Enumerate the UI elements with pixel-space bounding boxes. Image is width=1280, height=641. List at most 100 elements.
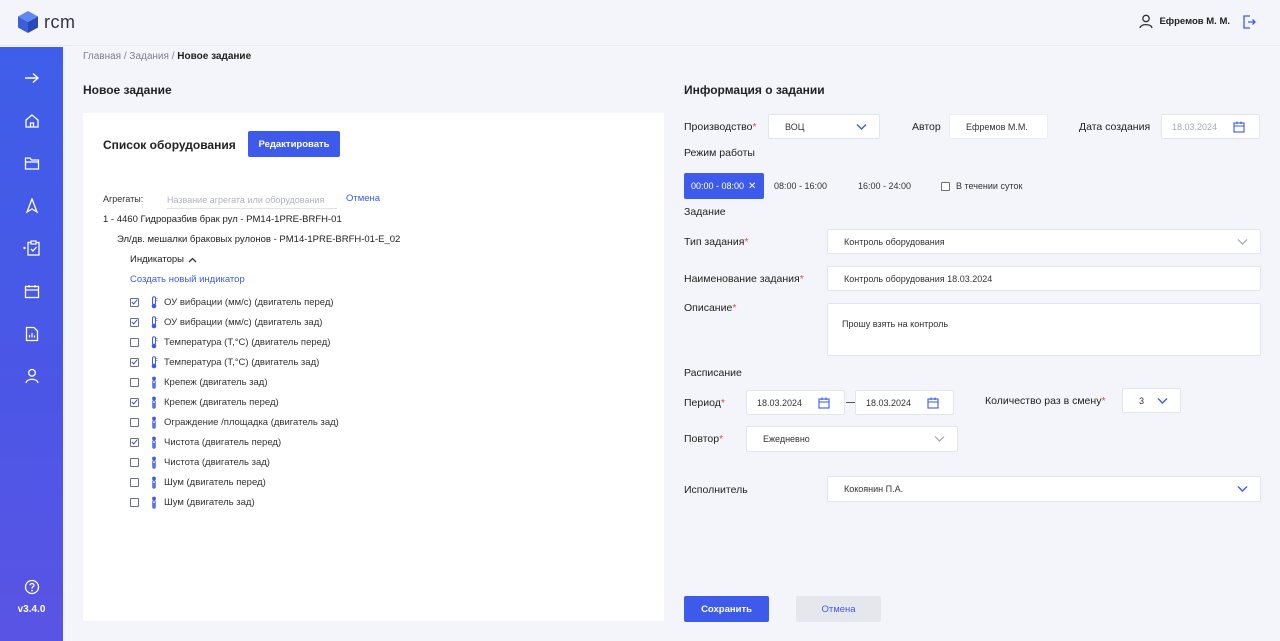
aggregate-search-input[interactable]	[167, 191, 337, 209]
shift-chip[interactable]: 16:00 - 24:00	[858, 173, 911, 199]
executor-label: Исполнитель	[684, 484, 748, 496]
breadcrumb-home[interactable]: Главная	[83, 51, 121, 62]
tasks-clipboard-icon[interactable]	[22, 238, 42, 258]
calendar-icon[interactable]	[22, 281, 42, 301]
tree-equipment[interactable]: Эл/дв. мешалки браковых рулонов - PM14-1…	[117, 234, 400, 245]
calendar-icon[interactable]	[927, 397, 939, 409]
author-value: Ефремов М.М.	[966, 121, 1028, 132]
executor-select[interactable]: Кокоянин П.А.	[827, 476, 1261, 502]
rocket-icon[interactable]	[22, 196, 42, 216]
indicator-item[interactable]: Шум (двигатель зад)	[130, 492, 339, 512]
indicator-checkbox[interactable]	[130, 297, 139, 307]
repeat-select[interactable]: Ежедневно	[746, 426, 958, 452]
production-select[interactable]: ВОЦ	[768, 114, 880, 139]
description-textarea[interactable]: Прошу взять на контроль	[827, 303, 1261, 356]
visual-check-icon	[148, 476, 160, 489]
equipment-card: Список оборудования Редактировать Агрега…	[83, 113, 664, 621]
visual-check-icon	[148, 376, 160, 389]
indicator-item[interactable]: Температура (T,°C) (двигатель зад)	[130, 352, 339, 372]
close-icon[interactable]: ✕	[748, 181, 756, 192]
task-name-input[interactable]: Контроль оборудования 18.03.2024	[827, 266, 1261, 291]
breadcrumb-tasks[interactable]: Задания	[129, 51, 169, 62]
indicator-item[interactable]: Чистота (двигатель зад)	[130, 452, 339, 472]
created-date-label: Дата создания	[1079, 121, 1151, 133]
task-type-select[interactable]: Контроль оборудования	[827, 229, 1261, 254]
indicator-item[interactable]: Крепеж (двигатель зад)	[130, 372, 339, 392]
cancel-button[interactable]: Отмена	[796, 596, 881, 622]
description-value: Прошу взять на контроль	[842, 319, 949, 329]
indicator-item[interactable]: ОУ вибрации (мм/с) (двигатель перед)	[130, 292, 339, 312]
repeat-label: Повтор*	[684, 433, 724, 445]
count-per-shift-select[interactable]: 3	[1122, 388, 1181, 413]
breadcrumb-separator: /	[123, 51, 127, 62]
indicator-checkbox[interactable]	[130, 457, 139, 467]
schedule-section-title: Расписание	[684, 367, 742, 379]
tree-aggregate[interactable]: 1 - 4460 Гидроразбив брак рул - PM14-1PR…	[103, 214, 342, 225]
indicator-item[interactable]: ОУ вибрации (мм/с) (двигатель зад)	[130, 312, 339, 332]
repeat-value: Ежедневно	[763, 434, 810, 444]
task-name-label: Наименование задания*	[684, 273, 804, 285]
aggregates-label: Агрегаты:	[103, 194, 144, 204]
indicator-label: Температура (T,°C) (двигатель зад)	[164, 356, 320, 368]
indicator-item[interactable]: Температура (T,°C) (двигатель перед)	[130, 332, 339, 352]
home-icon[interactable]	[22, 111, 42, 131]
indicators-toggle[interactable]: Индикаторы	[130, 254, 197, 265]
indicator-checkbox[interactable]	[130, 377, 139, 387]
breadcrumb: Главная / Задания / Новое задание	[83, 51, 251, 62]
search-cancel-link[interactable]: Отмена	[346, 193, 380, 204]
count-per-shift-label: Количество раз в смену*	[985, 395, 1106, 407]
chevron-down-icon	[856, 123, 867, 130]
indicator-checkbox[interactable]	[130, 357, 139, 367]
indicator-label: ОУ вибрации (мм/с) (двигатель зад)	[164, 316, 323, 328]
calendar-icon	[1233, 121, 1245, 133]
edit-button[interactable]: Редактировать	[248, 131, 340, 157]
indicator-item[interactable]: Чистота (двигатель перед)	[130, 432, 339, 452]
folder-icon[interactable]	[22, 153, 42, 173]
indicator-label: Шум (двигатель перед)	[164, 476, 266, 488]
indicator-item[interactable]: Крепеж (двигатель перед)	[130, 392, 339, 412]
executor-value: Кокоянин П.А.	[844, 484, 904, 494]
period-dash	[846, 402, 855, 403]
indicator-label: Чистота (двигатель зад)	[164, 456, 270, 468]
period-to-input[interactable]: 18.03.2024	[855, 390, 954, 415]
equipment-list-title: Список оборудования	[103, 138, 236, 152]
indicator-label: Шум (двигатель зад)	[164, 496, 255, 508]
user-icon	[1139, 14, 1154, 29]
period-from-input[interactable]: 18.03.2024	[746, 390, 845, 415]
period-from-value: 18.03.2024	[757, 397, 803, 408]
indicator-checkbox[interactable]	[130, 437, 139, 447]
around-clock-label: В течении суток	[956, 181, 1023, 191]
create-indicator-link[interactable]: Создать новый индикатор	[130, 274, 245, 285]
logo[interactable]: rcm	[17, 10, 76, 34]
indicator-checkbox[interactable]	[130, 477, 139, 487]
checkbox[interactable]	[941, 181, 950, 191]
shift-label: 08:00 - 16:00	[774, 181, 828, 191]
shift-chip-selected[interactable]: 00:00 - 08:00 ✕	[684, 173, 765, 199]
profile-icon[interactable]	[22, 366, 42, 386]
indicator-list: ОУ вибрации (мм/с) (двигатель перед) ОУ в…	[130, 292, 339, 512]
indicator-checkbox[interactable]	[130, 397, 139, 407]
help-icon[interactable]	[22, 577, 42, 597]
cube-logo-icon	[18, 11, 38, 33]
save-button[interactable]: Сохранить	[684, 596, 769, 622]
around-clock-checkbox[interactable]: В течении суток	[941, 181, 1022, 191]
indicator-checkbox[interactable]	[130, 417, 139, 427]
chevron-down-icon	[1237, 238, 1248, 245]
indicator-item[interactable]: Шум (двигатель перед)	[130, 472, 339, 492]
breadcrumb-separator: /	[171, 51, 175, 62]
calendar-icon[interactable]	[818, 397, 830, 409]
report-icon[interactable]	[22, 324, 42, 344]
indicator-checkbox[interactable]	[130, 337, 139, 347]
created-date-field: 18.03.2024	[1161, 114, 1260, 139]
indicator-item[interactable]: Ограждение /площадка (двигатель зад)	[130, 412, 339, 432]
thermometer-icon	[148, 335, 160, 349]
thermometer-icon	[148, 355, 160, 369]
visual-check-icon	[148, 456, 160, 469]
user-menu[interactable]: Ефремов М. М.	[1139, 14, 1262, 29]
expand-arrow-icon[interactable]	[22, 68, 42, 88]
indicator-checkbox[interactable]	[130, 497, 139, 507]
logout-icon[interactable]	[1242, 14, 1256, 29]
indicator-checkbox[interactable]	[130, 317, 139, 327]
visual-check-icon	[148, 396, 160, 409]
shift-chip[interactable]: 08:00 - 16:00	[774, 173, 827, 199]
